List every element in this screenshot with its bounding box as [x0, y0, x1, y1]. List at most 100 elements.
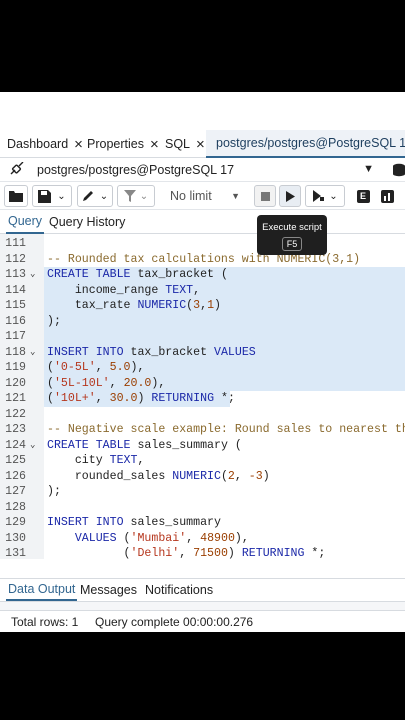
save-icon [38, 189, 52, 203]
tab-properties[interactable]: Properties × [87, 130, 159, 158]
code-line[interactable]: 129 INSERT INTO sales_summary [0, 515, 405, 531]
fold-chevron-icon[interactable]: ⌄ [30, 438, 35, 454]
query-status: Query complete 00:00:00.276 [95, 615, 254, 629]
explain-button[interactable]: E [354, 185, 372, 207]
tab-sql[interactable]: SQL × [165, 130, 205, 158]
code-line[interactable]: 128 [0, 500, 405, 516]
code-line[interactable]: 119 ('0-5L', 5.0), [0, 360, 405, 376]
query-toolbar: ⌄ ⌄ ⌄ No limit ▼ ⌄ E [0, 182, 405, 210]
code-line[interactable]: 117 [0, 329, 405, 345]
code-line[interactable]: 112 -- Rounded tax calculations with NUME… [0, 252, 405, 268]
code-line[interactable]: 122 [0, 407, 405, 423]
code-line[interactable]: 125 city TEXT, [0, 453, 405, 469]
tab-dashboard[interactable]: Dashboard × [7, 130, 83, 158]
line-code: CREATE TABLE tax_bracket ( [47, 268, 228, 281]
tab-query[interactable]: Query [6, 210, 45, 234]
tab-data-output[interactable]: Data Output [6, 579, 78, 601]
sql-editor[interactable]: 111 112 -- Rounded tax calculations with N… [0, 234, 405, 559]
line-number: 120 [5, 376, 26, 390]
output-tab-bar: Data Output Messages Notifications [0, 578, 405, 602]
code-line[interactable]: 111 [0, 236, 405, 252]
line-number: 114 [5, 283, 26, 297]
code-line[interactable]: 118 ⌄ INSERT INTO tax_bracket VALUES [0, 344, 405, 361]
line-number: 119 [5, 361, 26, 374]
line-number: 118 [5, 345, 26, 359]
line-number: 112 [5, 252, 26, 266]
tab-sql-label: SQL [165, 137, 191, 151]
stop-button[interactable] [254, 185, 276, 207]
limit-value: No limit [170, 189, 212, 203]
line-number: 127 [5, 485, 26, 498]
explain-analyze-button[interactable] [378, 185, 396, 207]
chevron-down-icon: ⌄ [57, 190, 66, 202]
database-icon[interactable] [392, 163, 405, 177]
code-line[interactable]: 126 rounded_sales NUMERIC(2, -3) [0, 469, 405, 485]
code-line[interactable]: 124 ⌄ CREATE TABLE sales_summary ( [0, 438, 405, 454]
pgadmin-window: Dashboard × Properties × SQL × postgres/… [0, 92, 405, 632]
connection-status-icon[interactable] [8, 162, 26, 178]
line-number: 111 [5, 237, 26, 250]
line-code: ('10L+', 30.0) RETURNING *; [47, 392, 235, 405]
tab-notifications-label: Notifications [145, 583, 214, 597]
code-line[interactable]: 127); [0, 484, 405, 500]
tab-query-history[interactable]: Query History [49, 210, 125, 234]
line-code: tax_rate NUMERIC(3,1) [47, 299, 221, 312]
tab-dashboard-label: Dashboard [7, 137, 69, 151]
tab-query-label: Query [8, 214, 43, 228]
line-code: VALUES ('Mumbai', 48900), [74, 531, 249, 545]
selection-highlight [44, 329, 405, 345]
fold-chevron-icon[interactable]: ⌄ [30, 345, 35, 361]
code-line[interactable]: 131 ('Delhi', 71500) RETURNING *; [0, 546, 405, 559]
line-number: 123 [5, 423, 26, 436]
chevron-down-icon: ⌄ [139, 190, 149, 202]
close-icon[interactable]: × [196, 136, 205, 153]
code-line[interactable]: 113 ⌄ CREATE TABLE tax_bracket ( [0, 267, 405, 283]
tab-data-output-label: Data Output [8, 582, 76, 596]
close-icon[interactable]: × [150, 136, 159, 153]
selection-highlight [44, 313, 405, 329]
chevron-down-icon: ▼ [363, 163, 374, 175]
execute-options-button[interactable]: ⌄ [305, 185, 345, 207]
save-file-button[interactable]: ⌄ [32, 185, 72, 207]
line-code: ('Delhi', 71500) RETURNING *; [47, 547, 326, 559]
limit-select[interactable]: No limit ▼ [160, 185, 246, 207]
line-number: 117 [5, 330, 26, 343]
status-bar: Total rows: 1 Query complete 00:00:00.27… [0, 610, 405, 632]
filter-button[interactable]: ⌄ [117, 185, 155, 207]
line-code: rounded_sales NUMERIC(2, -3) [47, 469, 270, 483]
line-code: ); [47, 485, 61, 498]
edit-button[interactable]: ⌄ [77, 185, 113, 207]
line-code: ('5L-10L', 20.0), [47, 376, 166, 390]
tab-messages-label: Messages [80, 583, 137, 597]
line-number: 130 [5, 531, 26, 545]
bar-chart-icon [380, 189, 394, 203]
tooltip-title: Execute script [262, 222, 322, 233]
fold-chevron-icon[interactable]: ⌄ [30, 267, 35, 283]
code-line[interactable]: 123 -- Negative scale example: Round sale… [0, 422, 405, 438]
code-line[interactable]: 121 ('10L+', 30.0) RETURNING *; [0, 391, 405, 407]
code-line[interactable]: 114 income_range TEXT, [0, 282, 405, 298]
tooltip-shortcut: F5 [281, 237, 303, 251]
main-tab-bar: Dashboard × Properties × SQL × postgres/… [0, 130, 405, 158]
tab-query-tool[interactable]: postgres/postgres@PostgreSQL 17 [206, 130, 405, 158]
filter-icon [123, 190, 136, 202]
line-number: 129 [5, 516, 26, 529]
code-line[interactable]: 130 VALUES ('Mumbai', 48900), [0, 531, 405, 547]
chevron-down-icon: ▼ [231, 191, 240, 201]
play-icon [286, 190, 295, 202]
tab-messages[interactable]: Messages [80, 579, 137, 601]
line-number: 121 [5, 392, 26, 405]
line-number: 113 [5, 268, 26, 281]
line-code: income_range TEXT, [47, 283, 201, 297]
line-number: 124 [5, 438, 26, 452]
code-line[interactable]: 115 tax_rate NUMERIC(3,1) [0, 298, 405, 314]
line-number: 115 [5, 299, 26, 312]
line-number: 128 [5, 500, 26, 514]
open-file-button[interactable] [4, 185, 28, 207]
execute-script-button[interactable] [279, 185, 301, 207]
tab-notifications[interactable]: Notifications [145, 579, 213, 601]
connection-select[interactable]: postgres/postgres@PostgreSQL 17 ▼ [32, 160, 382, 180]
code-line[interactable]: 120 ('5L-10L', 20.0), [0, 375, 405, 391]
close-icon[interactable]: × [74, 136, 83, 153]
code-line[interactable]: 116); [0, 313, 405, 329]
